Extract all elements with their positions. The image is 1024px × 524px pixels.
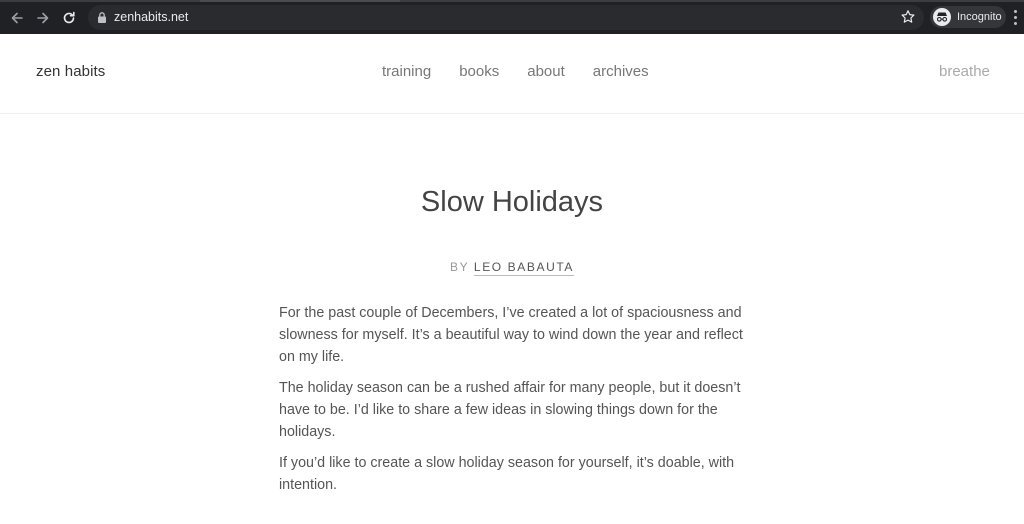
forward-button[interactable]: [32, 7, 54, 29]
browser-toolbar: zenhabits.net Incognito: [0, 0, 1024, 34]
article-body: For the past couple of Decembers, I’ve c…: [279, 302, 749, 505]
post-title: Slow Holidays: [420, 186, 604, 218]
site-logo[interactable]: zen habits: [36, 63, 105, 80]
article-paragraph: For the past couple of Decembers, I’ve c…: [279, 305, 743, 365]
reload-icon: [63, 11, 75, 24]
arrow-left-icon: [11, 12, 23, 24]
star-icon[interactable]: [900, 9, 916, 25]
address-bar[interactable]: zenhabits.net: [88, 5, 924, 30]
menu-dot-icon: [1013, 15, 1017, 19]
article-paragraph: The holiday season can be a rushed affai…: [279, 380, 741, 440]
lock-icon: [98, 12, 106, 23]
arrow-right-icon: [37, 12, 49, 24]
main-nav: training books about archives: [382, 63, 677, 80]
byline: BY LEO BABAUTA: [0, 260, 1024, 276]
menu-dot-icon: [1013, 9, 1017, 13]
author-link[interactable]: LEO BABAUTA: [473, 260, 574, 276]
nav-link-books[interactable]: books: [459, 63, 499, 80]
nav-link-about[interactable]: about: [527, 63, 565, 80]
breathe-link[interactable]: breathe: [939, 63, 990, 80]
back-button[interactable]: [6, 7, 28, 29]
tab-strip-edge: [0, 0, 1024, 2]
site-header: zen habits training books about archives…: [0, 34, 1024, 114]
nav-link-training[interactable]: training: [382, 63, 431, 80]
article-paragraph: If you’d like to create a slow holiday s…: [279, 455, 735, 493]
menu-dot-icon: [1013, 21, 1017, 25]
browser-menu-button[interactable]: [1010, 8, 1020, 26]
byline-prefix: BY: [449, 260, 469, 274]
url-text[interactable]: zenhabits.net: [114, 9, 188, 26]
incognito-profile-button[interactable]: Incognito: [930, 6, 1006, 28]
incognito-label: Incognito: [957, 11, 1002, 23]
nav-link-archives[interactable]: archives: [593, 63, 649, 80]
incognito-icon: [933, 8, 951, 26]
reload-button[interactable]: [58, 7, 80, 29]
